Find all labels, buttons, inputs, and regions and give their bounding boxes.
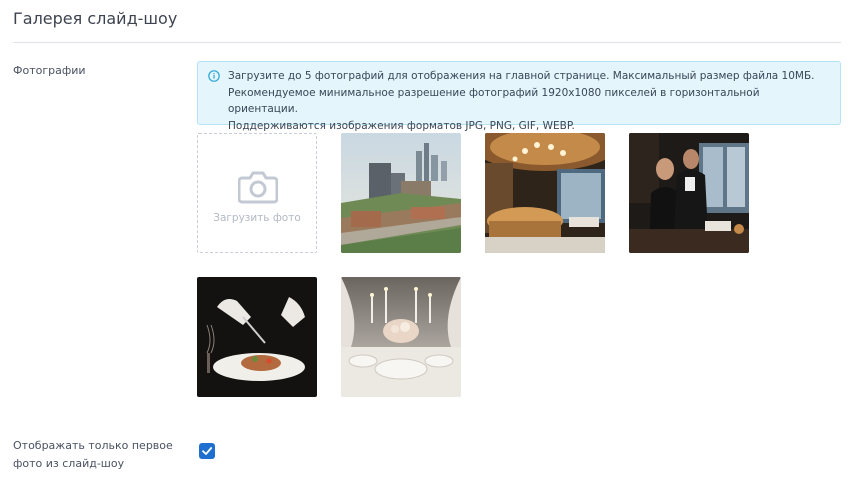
table-setting-photo	[341, 277, 461, 397]
info-alert: Загрузите до 5 фотографий для отображени…	[197, 61, 841, 132]
waiters-photo	[629, 133, 749, 253]
section-title: Галерея слайд-шоу	[13, 9, 178, 28]
camera-icon	[238, 171, 278, 204]
info-line-1: Загрузите до 5 фотографий для отображени…	[228, 70, 815, 82]
first-photo-only-checkbox[interactable]	[199, 443, 215, 459]
photos-label: Фотографии	[13, 64, 86, 77]
restaurant-interior-photo	[485, 133, 605, 253]
info-line-3: Поддерживаются изображения форматов JPG,…	[228, 119, 575, 132]
info-icon	[208, 70, 220, 82]
info-line-2: Рекомендуемое минимальное разрешение фот…	[228, 86, 760, 116]
photo-thumbnail[interactable]	[341, 133, 461, 253]
section-divider	[13, 42, 841, 43]
photo-thumbnail[interactable]	[341, 277, 461, 397]
plated-dish-photo	[197, 277, 317, 397]
photo-thumbnail[interactable]	[485, 133, 605, 253]
city-buildings-photo	[341, 133, 461, 253]
first-photo-only-label-line-2: фото из слайд-шоу	[13, 457, 125, 470]
upload-photo-button[interactable]: Загрузить фото	[197, 133, 317, 253]
upload-photo-label: Загрузить фото	[213, 212, 301, 224]
first-photo-only-label-line-1: Отображать только первое	[13, 439, 173, 452]
first-photo-only-label: Отображать только первое фото из слайд-ш…	[13, 437, 183, 473]
checkmark-icon	[202, 447, 213, 455]
photo-thumbnail[interactable]	[629, 133, 749, 253]
photo-thumbnail[interactable]	[197, 277, 317, 397]
